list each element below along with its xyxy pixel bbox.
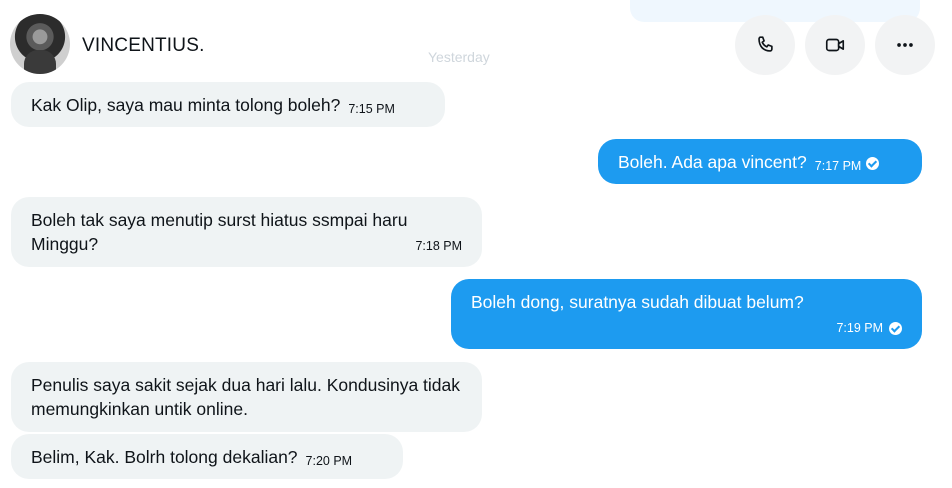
message-bubble-incoming[interactable]: Kak Olip, saya mau minta tolong boleh? 7:… — [11, 82, 445, 127]
message-text: Belim, Kak. Bolrh tolong dekalian? — [31, 447, 298, 467]
message-text: Kak Olip, saya mau minta tolong boleh? — [31, 95, 341, 115]
contact-avatar[interactable] — [10, 14, 70, 74]
message-time: 7:15 PM — [348, 102, 395, 116]
message-bubble-outgoing[interactable]: Boleh. Ada apa vincent? 7:17 PM — [598, 139, 922, 184]
message-time: 7:20 PM — [305, 454, 353, 468]
video-camera-icon — [825, 38, 845, 52]
message-bubble-incoming[interactable]: Belim, Kak. Bolrh tolong dekalian? 7:20 P… — [11, 434, 403, 479]
conversation-header: VINCENTIUS. Yesterday — [0, 0, 952, 80]
message-bubble-incoming[interactable]: Boleh tak saya menutip surst hiatus ssmp… — [11, 197, 482, 267]
read-check-icon — [889, 321, 902, 335]
call-button[interactable] — [735, 15, 795, 75]
message-time: 7:18 PM — [415, 239, 462, 253]
message-bubble-outgoing[interactable]: Boleh dong, suratnya sudah dibuat belum?… — [451, 279, 922, 349]
message-text: Boleh. Ada apa vincent? — [618, 152, 807, 172]
message-time: 7:19 PM — [836, 316, 902, 340]
message-text: Penulis saya sakit sejak dua hari lalu. … — [31, 375, 460, 419]
read-check-icon — [866, 157, 880, 170]
phone-icon — [758, 36, 773, 52]
date-separator: Yesterday — [428, 49, 490, 65]
message-text: Boleh dong, suratnya sudah dibuat belum? — [471, 292, 804, 312]
video-call-button[interactable] — [805, 15, 865, 75]
message-time: 7:17 PM — [814, 159, 862, 173]
more-options-button[interactable] — [875, 15, 935, 75]
message-bubble-incoming[interactable]: Penulis saya sakit sejak dua hari lalu. … — [11, 362, 482, 432]
message-text: Boleh tak saya menutip surst hiatus ssmp… — [31, 210, 408, 254]
more-horizontal-icon — [897, 43, 913, 47]
contact-name[interactable]: VINCENTIUS. — [82, 35, 205, 57]
